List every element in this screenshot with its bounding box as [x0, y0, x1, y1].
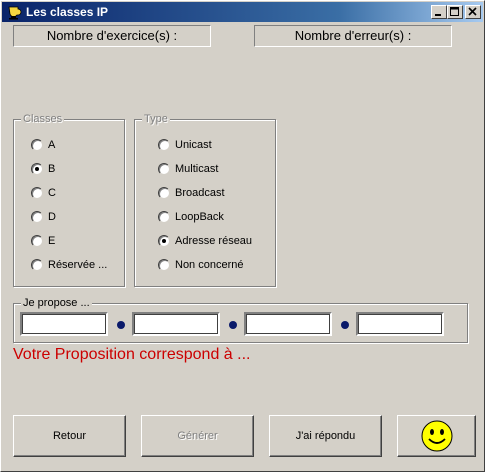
- classes-legend: Classes: [21, 113, 65, 125]
- radio-indicator: [31, 211, 43, 223]
- ip-separator-dot: [117, 321, 125, 329]
- smiley-button[interactable]: [397, 415, 476, 457]
- back-button[interactable]: Retour: [13, 415, 126, 457]
- radio-indicator: [31, 139, 43, 151]
- radio-indicator: [31, 187, 43, 199]
- radio-label: Broadcast: [175, 187, 225, 199]
- radio-indicator: [31, 235, 43, 247]
- radio-indicator: [31, 163, 43, 175]
- ip-octet-3-field[interactable]: [244, 312, 332, 336]
- cup-icon: [6, 4, 22, 20]
- radio-indicator: [158, 163, 170, 175]
- result-message: Votre Proposition correspond à ...: [13, 346, 251, 363]
- window-title: Les classes IP: [26, 5, 109, 19]
- ip-octet-3-input[interactable]: [247, 315, 331, 333]
- ip-octet-2-input[interactable]: [135, 315, 219, 333]
- radio-label: Adresse réseau: [175, 235, 253, 247]
- ip-octet-1-field[interactable]: [20, 312, 108, 336]
- radio-indicator: [158, 211, 170, 223]
- generate-button[interactable]: Générer: [141, 415, 254, 457]
- radio-label: A: [48, 139, 56, 151]
- ip-octet-4-field[interactable]: [356, 312, 444, 336]
- answered-button[interactable]: J'ai répondu: [269, 415, 382, 457]
- radio-label: Multicast: [175, 163, 219, 175]
- answered-button-label: J'ai répondu: [295, 430, 356, 442]
- radio-indicator: [158, 259, 170, 271]
- maximize-icon: [450, 7, 459, 16]
- ip-octet-1-input[interactable]: [23, 315, 107, 333]
- radio-label: D: [48, 211, 56, 223]
- radio-indicator: [158, 139, 170, 151]
- back-button-label: Retour: [52, 430, 87, 442]
- radio-label: Non concerné: [175, 259, 244, 271]
- close-icon: [468, 7, 477, 16]
- close-button[interactable]: [465, 5, 481, 19]
- radio-indicator: [158, 235, 170, 247]
- ip-separator-dot: [341, 321, 349, 329]
- minimize-icon: [435, 14, 441, 16]
- error-count: Nombre d'erreur(s) :: [254, 25, 452, 47]
- minimize-button[interactable]: [431, 5, 447, 19]
- radio-indicator: [158, 187, 170, 199]
- radio-label: C: [48, 187, 56, 199]
- radio-label: Réservée ...: [48, 259, 108, 271]
- title-bar[interactable]: Les classes IP: [2, 2, 483, 22]
- radio-label: B: [48, 163, 56, 175]
- classes-group: Classes A B C D E Réservée ...: [13, 113, 125, 287]
- maximize-button[interactable]: [447, 5, 463, 19]
- smiley-icon: [421, 420, 453, 452]
- radio-label: Unicast: [175, 139, 212, 151]
- app-window: Les classes IP Nombre d'exercice(s) : No…: [0, 0, 485, 472]
- radio-indicator: [31, 259, 43, 271]
- exercise-count: Nombre d'exercice(s) :: [13, 25, 211, 47]
- type-group: Type Unicast Multicast Broadcast LoopBac…: [134, 113, 276, 287]
- proposal-legend: Je propose ...: [21, 297, 92, 309]
- type-legend: Type: [142, 113, 170, 125]
- radio-label: E: [48, 235, 56, 247]
- ip-octet-2-field[interactable]: [132, 312, 220, 336]
- ip-octet-4-input[interactable]: [359, 315, 443, 333]
- radio-label: LoopBack: [175, 211, 224, 223]
- generate-button-label: Générer: [177, 430, 218, 442]
- ip-separator-dot: [229, 321, 237, 329]
